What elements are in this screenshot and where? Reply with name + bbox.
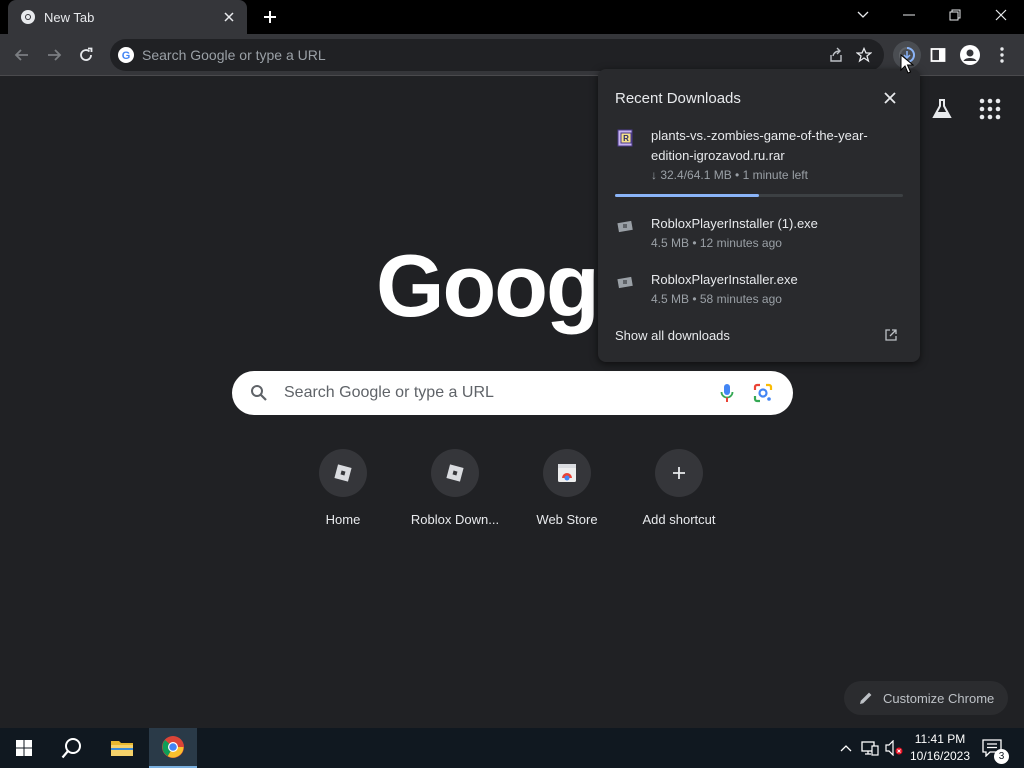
exe-file-icon	[617, 220, 633, 233]
share-icon[interactable]	[822, 41, 850, 69]
download-filename: plants-vs.-zombies-game-of-the-year-edit…	[651, 128, 868, 163]
show-all-downloads-link[interactable]: Show all downloads	[615, 328, 730, 343]
shortcut-add[interactable]: Add shortcut	[623, 449, 735, 527]
reload-button[interactable]	[72, 41, 100, 69]
download-status: 4.5 MB • 58 minutes ago	[651, 292, 782, 306]
taskbar: 11:41 PM 10/16/2023 3	[0, 728, 1024, 768]
svg-text:G: G	[122, 50, 131, 62]
volume-muted-icon[interactable]	[884, 738, 904, 758]
bookmark-star-icon[interactable]	[850, 41, 878, 69]
search-box[interactable]: Search Google or type a URL	[232, 371, 793, 415]
downloads-bubble: Recent Downloads R plants-vs.-zombies-ga…	[598, 69, 920, 362]
chrome-icon	[21, 10, 35, 24]
start-button[interactable]	[0, 728, 48, 768]
download-status: ↓ 32.4/64.1 MB • 1 minute left	[651, 168, 808, 182]
download-progress-bar	[615, 194, 903, 197]
download-item[interactable]: R plants-vs.-zombies-game-of-the-year-ed…	[615, 126, 905, 190]
shortcut-label: Add shortcut	[642, 512, 716, 527]
download-item[interactable]: RobloxPlayerInstaller (1).exe 4.5 MB • 1…	[615, 214, 905, 254]
close-tab-icon[interactable]	[221, 9, 237, 25]
address-bar[interactable]: G Search Google or type a URL	[110, 39, 884, 71]
close-icon[interactable]	[881, 89, 899, 107]
svg-text:R: R	[623, 134, 629, 143]
shortcut-label: Roblox Down...	[410, 512, 500, 527]
menu-icon[interactable]	[988, 41, 1016, 69]
side-panel-icon[interactable]	[924, 41, 952, 69]
roblox-icon	[319, 449, 367, 497]
network-icon[interactable]	[860, 738, 880, 758]
restore-icon[interactable]	[932, 0, 978, 30]
archive-file-icon: R	[617, 129, 633, 147]
tab-new-tab[interactable]: New Tab	[8, 0, 247, 34]
tab-search-icon[interactable]	[840, 0, 886, 30]
downloads-title: Recent Downloads	[615, 90, 741, 107]
taskbar-search-button[interactable]	[48, 728, 96, 768]
download-status: 4.5 MB • 12 minutes ago	[651, 236, 782, 250]
close-window-icon[interactable]	[978, 0, 1024, 30]
clock-time: 11:41 PM	[914, 732, 966, 746]
show-hidden-icons[interactable]	[836, 738, 856, 758]
add-icon	[655, 449, 703, 497]
new-tab-button[interactable]	[259, 6, 281, 28]
back-button[interactable]	[8, 41, 36, 69]
address-bar-placeholder: Search Google or type a URL	[142, 47, 326, 63]
forward-button[interactable]	[40, 41, 68, 69]
search-icon	[251, 385, 267, 401]
shortcut-label: Home	[325, 512, 361, 527]
labs-flask-icon[interactable]	[930, 97, 954, 121]
download-filename: RobloxPlayerInstaller (1).exe	[651, 216, 818, 231]
clock-date: 10/16/2023	[909, 749, 971, 763]
google-apps-icon[interactable]	[978, 97, 1002, 121]
download-filename: RobloxPlayerInstaller.exe	[651, 272, 798, 287]
download-progress-fill	[615, 194, 759, 197]
external-link-icon[interactable]	[884, 328, 898, 342]
notification-count-badge: 3	[994, 749, 1009, 764]
system-clock[interactable]: 11:41 PM 10/16/2023	[906, 731, 974, 765]
chrome-icon	[162, 736, 184, 758]
customize-label: Customize Chrome	[883, 690, 995, 706]
shortcut-web-store[interactable]: Web Store	[511, 449, 623, 527]
roblox-icon	[431, 449, 479, 497]
download-item[interactable]: RobloxPlayerInstaller.exe 4.5 MB • 58 mi…	[615, 270, 905, 310]
voice-search-icon[interactable]	[709, 375, 745, 411]
customize-chrome-button[interactable]: Customize Chrome	[844, 681, 1009, 715]
windows-icon	[16, 740, 32, 756]
profile-avatar[interactable]	[956, 41, 984, 69]
shortcut-home[interactable]: Home	[287, 449, 399, 527]
search-icon	[61, 738, 81, 759]
shortcut-roblox-download[interactable]: Roblox Down...	[399, 449, 511, 527]
pencil-icon	[860, 692, 872, 704]
google-icon: G	[118, 47, 134, 63]
minimize-icon[interactable]	[886, 0, 932, 30]
file-explorer-button[interactable]	[98, 728, 146, 768]
web-store-icon	[543, 449, 591, 497]
mouse-cursor-icon	[900, 54, 914, 74]
search-input[interactable]: Search Google or type a URL	[284, 384, 709, 402]
tab-strip: New Tab	[0, 0, 1024, 34]
tab-title: New Tab	[44, 9, 95, 25]
exe-file-icon	[617, 276, 633, 289]
google-lens-icon[interactable]	[745, 375, 781, 411]
chrome-taskbar-button[interactable]	[149, 728, 197, 768]
folder-icon	[111, 741, 133, 756]
shortcut-label: Web Store	[536, 512, 598, 527]
shortcuts: Home Roblox Down... Web Store Add shortc…	[287, 449, 735, 527]
